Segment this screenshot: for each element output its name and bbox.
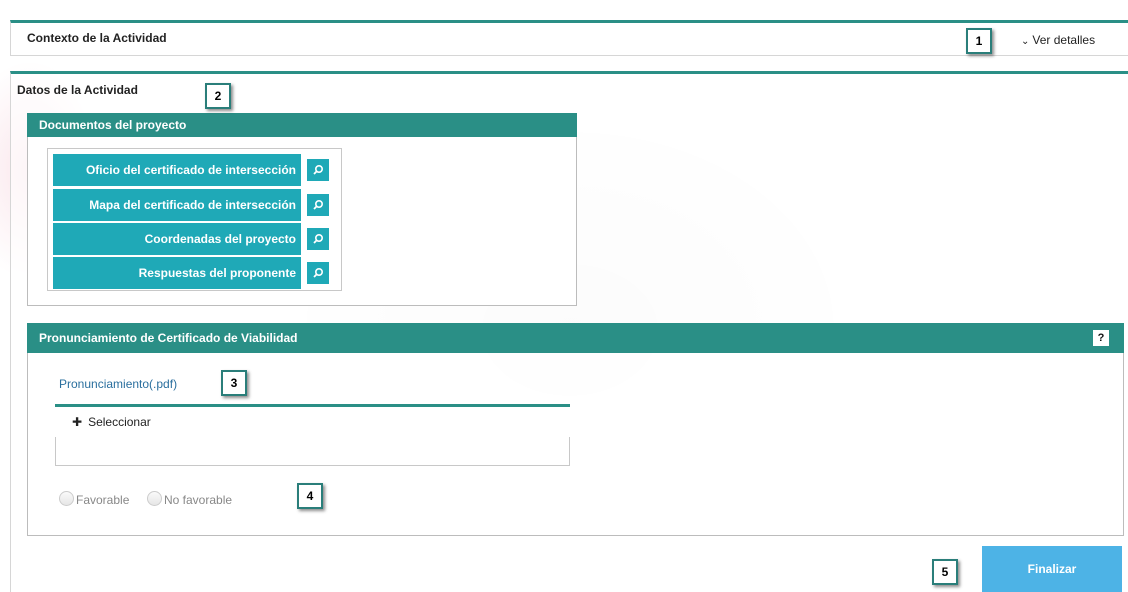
search-icon[interactable] (307, 159, 329, 181)
documents-header: Documentos del proyecto (27, 113, 577, 137)
doc-button-oficio[interactable]: Oficio del certificado de intersección (53, 154, 301, 186)
select-file-button[interactable]: ✚ Seleccionar (60, 410, 174, 435)
pdf-upload-label: Pronunciamiento(.pdf) (59, 377, 178, 391)
marker-1: 1 (966, 28, 992, 54)
favorable-label[interactable]: Favorable (76, 493, 129, 507)
activity-panel-title: Datos de la Actividad (17, 83, 138, 97)
doc-button-mapa[interactable]: Mapa del certificado de intersección (53, 189, 301, 221)
chevron-down-icon: ⌄ (1021, 36, 1030, 47)
favorable-radio[interactable] (59, 491, 74, 506)
select-file-label: Seleccionar (88, 415, 151, 429)
search-icon[interactable] (307, 228, 329, 250)
no-favorable-label[interactable]: No favorable (164, 493, 232, 507)
ver-detalles-label: Ver detalles (1032, 33, 1096, 47)
marker-4: 4 (297, 483, 323, 509)
help-button[interactable]: ? (1093, 330, 1109, 346)
ver-detalles-link[interactable]: ⌄ Ver detalles (1021, 33, 1095, 47)
plus-icon: ✚ (72, 415, 83, 429)
search-icon[interactable] (307, 194, 329, 216)
marker-3: 3 (221, 370, 247, 396)
no-favorable-radio[interactable] (147, 491, 162, 506)
search-icon[interactable] (307, 262, 329, 284)
doc-button-respuestas[interactable]: Respuestas del proponente (53, 257, 301, 289)
doc-button-coordenadas[interactable]: Coordenadas del proyecto (53, 223, 301, 255)
marker-2: 2 (205, 83, 231, 109)
finalizar-button[interactable]: Finalizar (982, 546, 1122, 592)
marker-5: 5 (932, 559, 958, 585)
file-drop-zone[interactable] (55, 437, 570, 466)
context-panel-title: Contexto de la Actividad (27, 31, 167, 45)
context-panel (10, 20, 1128, 56)
upload-divider (55, 404, 570, 407)
pronouncement-header: Pronunciamiento de Certificado de Viabil… (27, 323, 1124, 353)
